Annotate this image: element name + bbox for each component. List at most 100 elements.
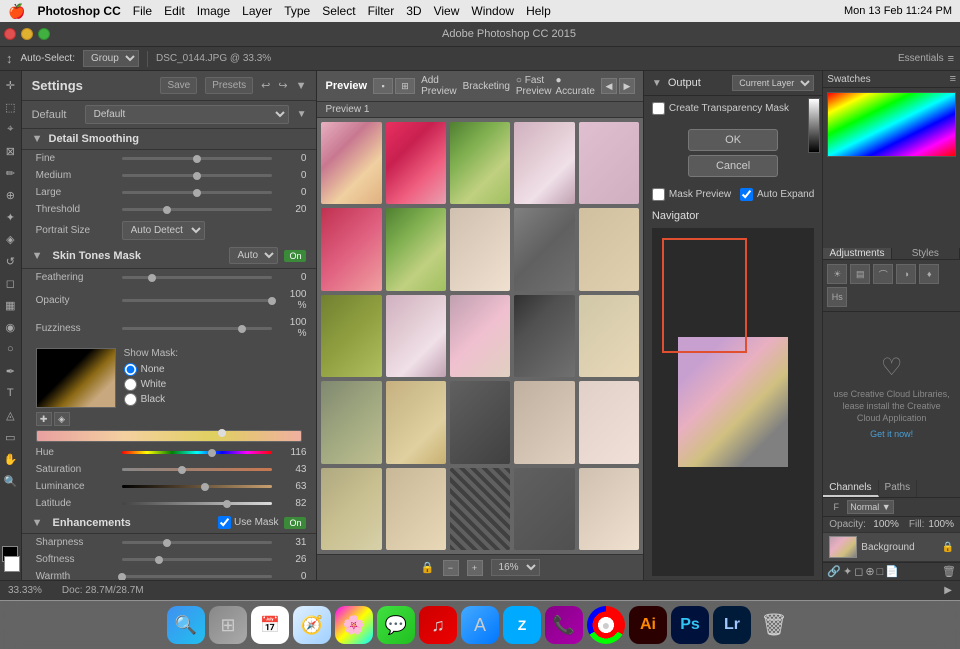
vibrance-adj-icon[interactable]: ♦	[919, 264, 939, 284]
essentials-menu-icon[interactable]: ≡	[948, 53, 954, 65]
blur-tool-icon[interactable]: ◉	[0, 317, 20, 337]
menu-help[interactable]: Help	[526, 4, 551, 18]
layer-item-background[interactable]: Background 🔒	[823, 533, 960, 562]
preview-thumb-18[interactable]	[450, 381, 510, 463]
preview-thumb-11[interactable]	[321, 295, 381, 377]
zoom-select[interactable]: 16%	[491, 559, 540, 576]
gradient-tool-icon[interactable]: ▦	[0, 295, 20, 315]
history-tool-icon[interactable]: ↺	[0, 251, 20, 271]
dock-zalo-icon[interactable]: Z	[503, 606, 541, 644]
zoom-tool-icon[interactable]: 🔍	[0, 471, 20, 491]
preview-thumb-4[interactable]	[514, 122, 574, 204]
opacity-slider[interactable]	[122, 299, 273, 302]
lock-icon[interactable]: 🔒	[421, 561, 435, 574]
mask-none-radio[interactable]	[124, 363, 137, 376]
navigator-preview[interactable]	[652, 228, 814, 576]
auto-select-dropdown[interactable]: Group	[83, 50, 139, 67]
lasso-tool-icon[interactable]: ⌖	[0, 119, 20, 139]
menu-select[interactable]: Select	[322, 4, 355, 18]
color-sampler-icon[interactable]: ✚	[36, 412, 52, 426]
preview-thumb-6[interactable]	[321, 208, 381, 290]
healing-tool-icon[interactable]: ⊕	[0, 185, 20, 205]
sharpness-slider[interactable]	[122, 541, 273, 544]
paths-tab[interactable]: Paths	[879, 480, 918, 497]
panel-menu-icon[interactable]: ≡	[950, 73, 956, 85]
dock-calendar-icon[interactable]: 📅	[251, 606, 289, 644]
menu-window[interactable]: Window	[471, 4, 514, 18]
mask-black-option[interactable]: Black	[124, 393, 178, 406]
warmth-slider[interactable]	[122, 575, 273, 578]
layer-effects-icon[interactable]: ✦	[843, 565, 852, 578]
color-picker[interactable]	[36, 348, 116, 408]
clone-tool-icon[interactable]: ◈	[0, 229, 20, 249]
ok-button[interactable]: OK	[688, 129, 778, 151]
pen-tool-icon[interactable]: ✒	[0, 361, 20, 381]
preview-thumb-7[interactable]	[386, 208, 446, 290]
add-preview-button[interactable]: Add Preview	[421, 75, 457, 97]
preview-thumb-22[interactable]	[386, 468, 446, 550]
fast-preview-radio[interactable]: ○ Fast Preview	[516, 75, 552, 97]
apple-logo-icon[interactable]: 🍎	[8, 3, 25, 20]
detail-smoothing-section[interactable]: ▼ Detail Smoothing	[22, 129, 317, 150]
dock-photos-icon[interactable]: 🌸	[335, 606, 373, 644]
create-transparency-checkbox[interactable]	[652, 102, 665, 115]
preview-thumb-17[interactable]	[386, 381, 446, 463]
output-mode-select[interactable]: Current Layer	[732, 75, 814, 91]
fuzziness-slider[interactable]	[122, 327, 273, 330]
preview-thumb-5[interactable]	[579, 122, 639, 204]
eraser-tool-icon[interactable]: ◻	[0, 273, 20, 293]
styles-tab[interactable]: Styles	[892, 248, 960, 259]
prev-nav-btn[interactable]: ◀	[601, 78, 617, 94]
curves-adj-icon[interactable]: ⌒	[873, 264, 893, 284]
feathering-slider[interactable]	[122, 276, 273, 279]
eyedropper-tool-icon[interactable]: ✏	[0, 163, 20, 183]
preview-thumb-10[interactable]	[579, 208, 639, 290]
dock-trash-icon[interactable]: 🗑	[755, 606, 793, 644]
mask-none-option[interactable]: None	[124, 363, 178, 376]
preview-tab[interactable]: Preview	[325, 80, 367, 92]
close-window-button[interactable]	[4, 28, 16, 40]
hand-tool-icon[interactable]: ✋	[0, 449, 20, 469]
dodge-tool-icon[interactable]: ○	[0, 339, 20, 359]
medium-slider[interactable]	[122, 174, 273, 177]
skin-tones-on-button[interactable]: On	[284, 250, 306, 262]
preset-select[interactable]: Default	[85, 105, 289, 124]
use-mask-checkbox[interactable]	[218, 516, 231, 529]
zoom-plus-btn[interactable]: +	[467, 560, 483, 576]
layer-group-icon[interactable]: □	[877, 566, 884, 578]
menu-layer[interactable]: Layer	[242, 4, 272, 18]
hue-range-bar[interactable]	[36, 430, 303, 442]
grid-view-icon[interactable]: ⊞	[395, 78, 415, 94]
preview-thumb-15[interactable]	[579, 295, 639, 377]
save-button[interactable]: Save	[160, 77, 197, 94]
dock-launchpad-icon[interactable]: ⊞	[209, 606, 247, 644]
mask-white-radio[interactable]	[124, 378, 137, 391]
hsl-adj-icon[interactable]: Hs	[827, 287, 847, 307]
minimize-window-button[interactable]	[21, 28, 33, 40]
maximize-window-button[interactable]	[38, 28, 50, 40]
dock-music-icon[interactable]: ♫	[419, 606, 457, 644]
enhancements-on-button[interactable]: On	[284, 517, 306, 529]
dock-appstore-icon[interactable]: A	[461, 606, 499, 644]
filter-layers-icon[interactable]: F	[827, 500, 845, 514]
move-tool-icon[interactable]: ✛	[0, 75, 20, 95]
menu-image[interactable]: Image	[197, 4, 230, 18]
crop-tool-icon[interactable]: ⊠	[0, 141, 20, 161]
preview-thumb-21[interactable]	[321, 468, 381, 550]
preview-thumb-13[interactable]	[450, 295, 510, 377]
path-tool-icon[interactable]: ◬	[0, 405, 20, 425]
dock-lightroom-icon[interactable]: Lr	[713, 606, 751, 644]
dock-chrome-icon[interactable]: ●	[587, 606, 625, 644]
shape-tool-icon[interactable]: ▭	[0, 427, 20, 447]
preview-thumb-14[interactable]	[514, 295, 574, 377]
menu-type[interactable]: Type	[284, 4, 310, 18]
menu-file[interactable]: File	[133, 4, 152, 18]
delete-layer-icon[interactable]: 🗑	[942, 565, 956, 578]
luminance-slider[interactable]	[122, 485, 273, 488]
get-it-now-link[interactable]: Get it now!	[870, 429, 913, 439]
hue-slider[interactable]	[122, 451, 273, 454]
portrait-size-select[interactable]: Auto Detect	[122, 221, 205, 240]
preview-thumb-25[interactable]	[579, 468, 639, 550]
dock-photoshop-icon[interactable]: Ps	[671, 606, 709, 644]
settings-menu-icon[interactable]: ▼	[296, 80, 307, 92]
